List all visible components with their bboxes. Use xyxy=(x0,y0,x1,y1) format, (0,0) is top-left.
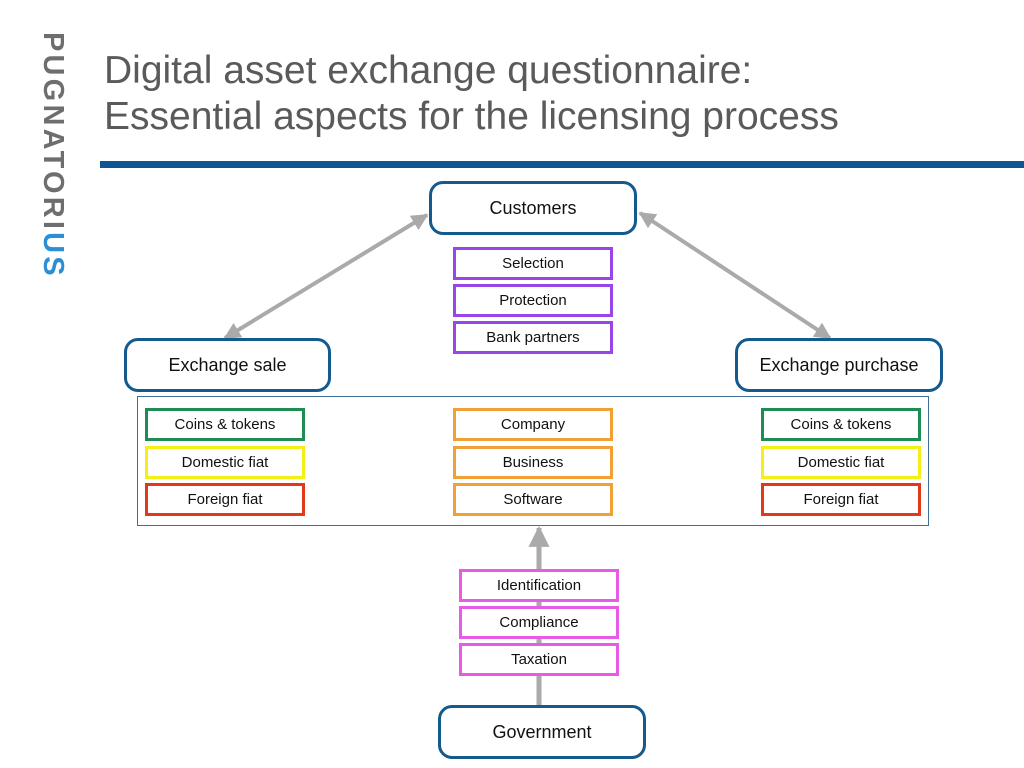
government-item-taxation: Taxation xyxy=(459,643,619,676)
customers-item-bank-partners: Bank partners xyxy=(453,321,613,354)
sale-item-foreign-fiat: Foreign fiat xyxy=(145,483,305,516)
arrow-customers-exchange-purchase xyxy=(638,211,832,340)
exchange-item-business: Business xyxy=(453,446,613,479)
exchange-purchase-label: Exchange purchase xyxy=(759,354,919,375)
customers-item-selection: Selection xyxy=(453,247,613,280)
exchange-sale-node: Exchange sale xyxy=(124,338,331,392)
exchange-item-company: Company xyxy=(453,408,613,441)
exchange-sale-label: Exchange sale xyxy=(168,354,287,375)
purchase-item-coins-tokens: Coins & tokens xyxy=(761,408,921,441)
government-label: Government xyxy=(492,721,592,742)
sale-item-coins-tokens: Coins & tokens xyxy=(145,408,305,441)
exchange-purchase-node: Exchange purchase xyxy=(735,338,943,392)
sale-item-domestic-fiat: Domestic fiat xyxy=(145,446,305,479)
exchange-item-software: Software xyxy=(453,483,613,516)
government-node: Government xyxy=(438,705,646,759)
purchase-item-domestic-fiat: Domestic fiat xyxy=(761,446,921,479)
government-item-identification: Identification xyxy=(459,569,619,602)
customers-label: Customers xyxy=(489,197,577,218)
customers-item-protection: Protection xyxy=(453,284,613,317)
arrow-customers-exchange-sale xyxy=(223,213,429,340)
purchase-item-foreign-fiat: Foreign fiat xyxy=(761,483,921,516)
government-item-compliance: Compliance xyxy=(459,606,619,639)
customers-node: Customers xyxy=(429,181,637,235)
